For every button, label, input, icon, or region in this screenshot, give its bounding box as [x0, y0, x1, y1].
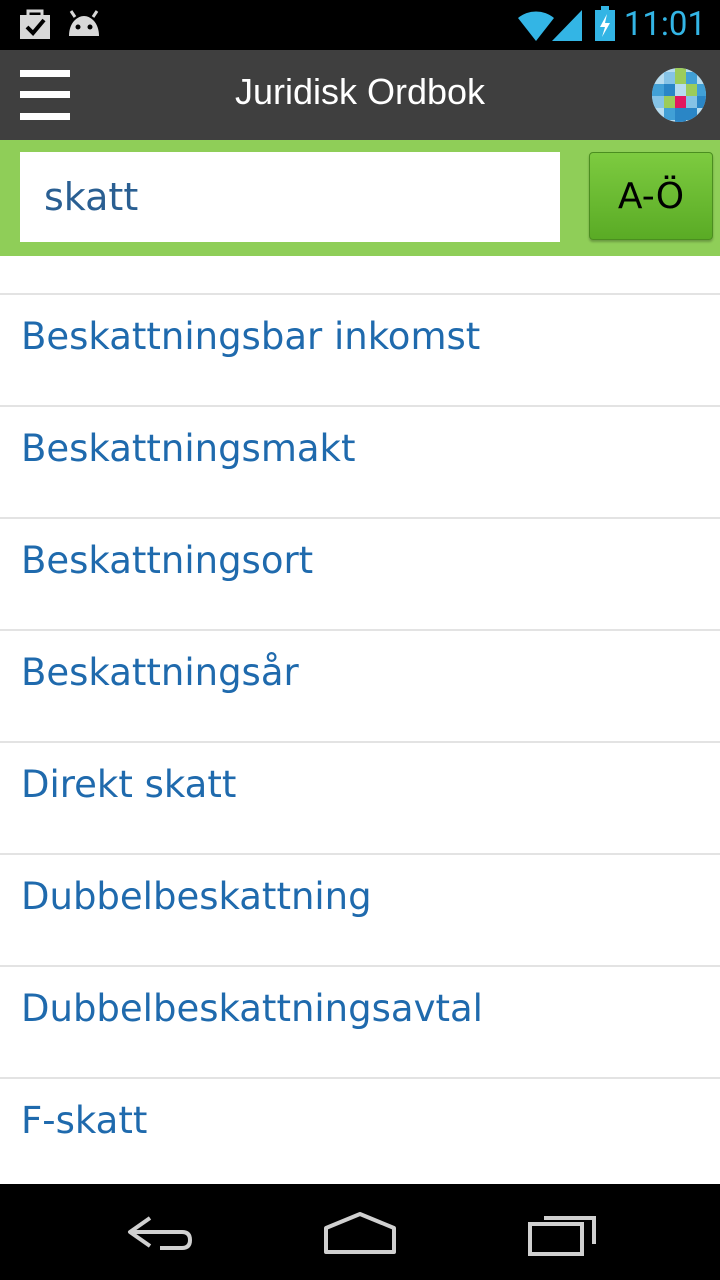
app-bar: Juridisk Ordbok	[0, 50, 720, 140]
publisher-logo-icon[interactable]	[650, 66, 708, 124]
wifi-icon	[518, 11, 554, 41]
list-item-label: Beskattningsår	[21, 651, 299, 694]
task-check-icon	[20, 9, 50, 39]
list-item-label: Beskattningsbar inkomst	[21, 315, 481, 358]
results-list: Beskattningsbar inkomst Beskattningsmakt…	[0, 256, 720, 1184]
app-title: Juridisk Ordbok	[234, 71, 486, 112]
list-item[interactable]: Beskattningsmakt	[0, 407, 720, 519]
search-input[interactable]	[20, 152, 560, 242]
list-item[interactable]: Dubbelbeskattningsavtal	[0, 967, 720, 1079]
home-icon[interactable]	[320, 1202, 400, 1262]
list-item-label: F-skatt	[21, 1099, 148, 1142]
list-item[interactable]: Beskattningsort	[0, 519, 720, 631]
android-icon	[69, 10, 99, 36]
az-index-button[interactable]: A-Ö	[589, 152, 713, 240]
list-item[interactable]: Dubbelbeskattning	[0, 855, 720, 967]
list-item-label: Dubbelbeskattningsavtal	[21, 987, 483, 1030]
back-icon[interactable]	[120, 1202, 200, 1262]
list-item-label: Dubbelbeskattning	[21, 875, 372, 918]
list-item-label: Beskattningsmakt	[21, 427, 356, 470]
list-item[interactable]: Beskattningsår	[0, 631, 720, 743]
recent-apps-icon[interactable]	[522, 1202, 602, 1262]
signal-icon	[552, 10, 582, 41]
list-item[interactable]: Beskattningsbar inkomst	[0, 295, 720, 407]
list-item[interactable]: Direkt skatt	[0, 743, 720, 855]
search-band: A-Ö	[0, 140, 720, 256]
battery-charging-icon	[595, 6, 615, 41]
status-time: 11:01	[623, 5, 706, 44]
nav-bar	[0, 1184, 720, 1280]
status-bar: 11:01	[0, 0, 720, 50]
list-item-label: Beskattningsort	[21, 539, 314, 582]
list-item[interactable]: F-skatt	[0, 1079, 720, 1184]
list-item-label: Direkt skatt	[21, 763, 237, 806]
